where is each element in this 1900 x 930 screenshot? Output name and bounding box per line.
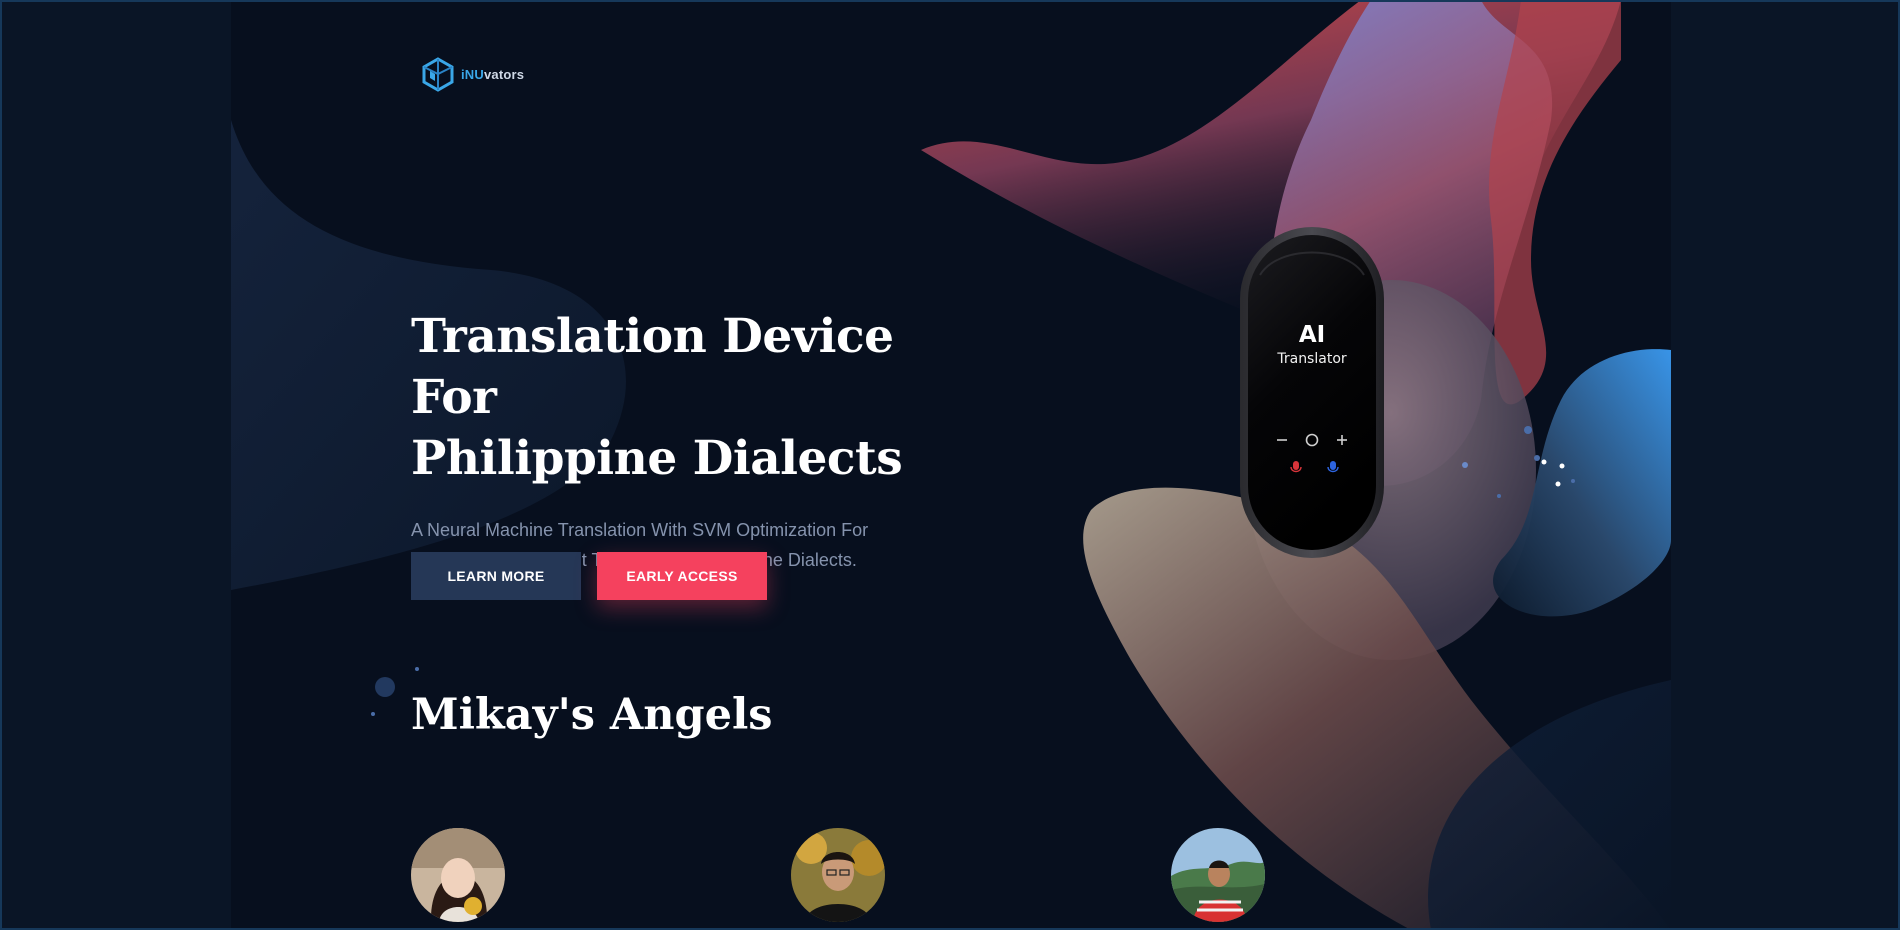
device-ai-label: AI <box>1298 322 1326 348</box>
team-member-avatar-3 <box>1171 828 1265 922</box>
hero-actions: LEARN MORE EARLY ACCESS <box>411 552 767 600</box>
hero-title: Translation Device For Philippine Dialec… <box>411 309 903 486</box>
right-gutter <box>1671 0 1900 930</box>
early-access-button[interactable]: EARLY ACCESS <box>597 552 767 600</box>
brand-name: iNUvators <box>461 66 525 82</box>
cube-logo-icon <box>422 57 454 92</box>
learn-more-button[interactable]: LEARN MORE <box>411 552 581 600</box>
team-member-avatar-2 <box>791 828 885 922</box>
hero-section: iNUvators Translation Device For Philipp… <box>231 0 1671 930</box>
team-member-avatar-1 <box>411 828 505 922</box>
left-gutter <box>0 0 231 930</box>
device-translator-label: Translator <box>1277 351 1347 367</box>
hero-copy: Translation Device For Philippine Dialec… <box>411 306 971 575</box>
brand-logo[interactable]: iNUvators <box>419 56 524 92</box>
translator-device-image: AI Translator <box>1238 225 1386 565</box>
team-title: Mikay's Angels <box>411 690 773 740</box>
